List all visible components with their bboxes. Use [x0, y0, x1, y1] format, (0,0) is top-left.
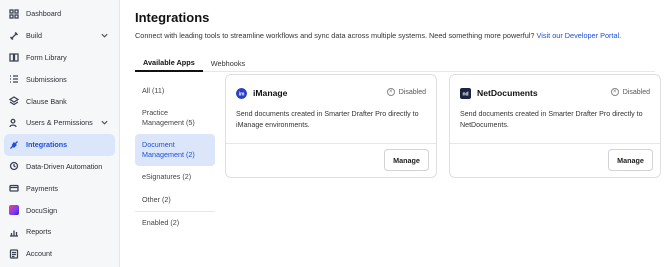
- integration-card-imanage: im iManage × Disabled Send documents cre…: [225, 74, 437, 178]
- sidebar-item-label: Clause Bank: [26, 96, 67, 106]
- status-label: Disabled: [398, 88, 426, 96]
- sidebar-item-build[interactable]: Build: [4, 25, 115, 47]
- netdocuments-logo-icon: nd: [460, 87, 471, 99]
- svg-text:nd: nd: [462, 91, 468, 97]
- tab-bar: Available Apps Webhooks: [135, 54, 655, 72]
- chevron-down-icon[interactable]: [100, 31, 109, 40]
- docusign-logo-icon: [8, 204, 20, 216]
- sidebar-item-label: Users & Permissions: [26, 118, 93, 128]
- sidebar-item-submissions[interactable]: Submissions: [4, 68, 115, 90]
- sidebar-item-dashboard[interactable]: Dashboard: [4, 3, 115, 25]
- sidebar-item-users-permissions[interactable]: Users & Permissions: [4, 112, 115, 134]
- wrench-icon: [8, 30, 20, 42]
- sidebar-item-label: Account: [26, 249, 52, 259]
- filter-document-management[interactable]: Document Management (2): [135, 134, 215, 167]
- card-title: NetDocuments: [477, 88, 538, 98]
- status-label: Disabled: [622, 88, 650, 96]
- sidebar-item-docusign[interactable]: DocuSign: [4, 199, 115, 221]
- book-icon: [8, 51, 20, 63]
- account-icon: [8, 248, 20, 260]
- plug-icon: [8, 139, 20, 151]
- sidebar-item-data-driven-automation[interactable]: Data-Driven Automation: [4, 156, 115, 178]
- sidebar-item-label: Submissions: [26, 74, 67, 84]
- sidebar-item-label: Build: [26, 31, 42, 41]
- sidebar-item-account[interactable]: Account: [4, 243, 115, 265]
- sidebar-item-form-library[interactable]: Form Library: [4, 47, 115, 69]
- sidebar-item-label: Reports: [26, 227, 52, 237]
- category-filters: All (11) Practice Management (5) Documen…: [135, 80, 215, 235]
- manage-button[interactable]: Manage: [384, 149, 429, 171]
- disabled-icon: ×: [386, 88, 395, 96]
- sidebar-item-label: Payments: [26, 183, 58, 193]
- card-title: iManage: [253, 88, 288, 98]
- card-description: Send documents created in Smarter Drafte…: [236, 110, 419, 129]
- main-content: Integrations Connect with leading tools …: [120, 0, 670, 267]
- app-root: Dashboard Build Form Library Submissions…: [0, 0, 670, 267]
- status-badge: × Disabled: [610, 88, 650, 96]
- sidebar: Dashboard Build Form Library Submissions…: [0, 0, 120, 267]
- page-title: Integrations: [135, 10, 210, 25]
- sidebar-item-label: DocuSign: [26, 205, 58, 215]
- card-description: Send documents created in Smarter Drafte…: [460, 110, 643, 129]
- integration-cards: im iManage × Disabled Send documents cre…: [225, 74, 661, 235]
- sidebar-item-label: Form Library: [26, 52, 67, 62]
- filter-practice-management[interactable]: Practice Management (5): [135, 102, 215, 134]
- disabled-icon: ×: [610, 88, 619, 96]
- grid-icon: [8, 8, 20, 20]
- tab-webhooks[interactable]: Webhooks: [203, 54, 253, 72]
- card-footer: Manage: [226, 143, 436, 177]
- chevron-down-icon[interactable]: [100, 118, 109, 127]
- developer-portal-link[interactable]: Visit our Developer Portal.: [537, 31, 622, 40]
- sidebar-item-label: Data-Driven Automation: [26, 161, 103, 171]
- manage-button[interactable]: Manage: [608, 149, 653, 171]
- page-subtitle: Connect with leading tools to streamline…: [135, 31, 670, 40]
- filter-esignatures[interactable]: eSignatures (2): [135, 166, 215, 188]
- tab-available-apps[interactable]: Available Apps: [135, 54, 203, 72]
- page-subtitle-text: Connect with leading tools to streamline…: [135, 31, 535, 40]
- svg-text:im: im: [239, 91, 245, 97]
- sidebar-item-payments[interactable]: Payments: [4, 177, 115, 199]
- card-icon: [8, 182, 20, 194]
- status-badge: × Disabled: [386, 88, 426, 96]
- sidebar-item-label: Dashboard: [26, 9, 62, 19]
- sidebar-item-reports[interactable]: Reports: [4, 221, 115, 243]
- sidebar-item-integrations[interactable]: Integrations: [4, 133, 115, 156]
- layers-icon: [8, 95, 20, 107]
- integration-card-netdocuments: nd NetDocuments × Disabled Send document…: [449, 74, 661, 178]
- filter-other[interactable]: Other (2): [135, 189, 215, 211]
- flow-icon: [8, 160, 20, 172]
- imanage-logo-icon: im: [236, 87, 247, 99]
- chart-icon: [8, 226, 20, 238]
- sidebar-item-label: Integrations: [26, 140, 68, 150]
- users-icon: [8, 117, 20, 129]
- list-icon: [8, 73, 20, 85]
- filter-enabled[interactable]: Enabled (2): [135, 212, 215, 234]
- card-footer: Manage: [450, 143, 660, 177]
- integrations-content: All (11) Practice Management (5) Documen…: [135, 74, 670, 235]
- filter-all[interactable]: All (11): [135, 80, 215, 102]
- sidebar-item-clause-bank[interactable]: Clause Bank: [4, 90, 115, 112]
